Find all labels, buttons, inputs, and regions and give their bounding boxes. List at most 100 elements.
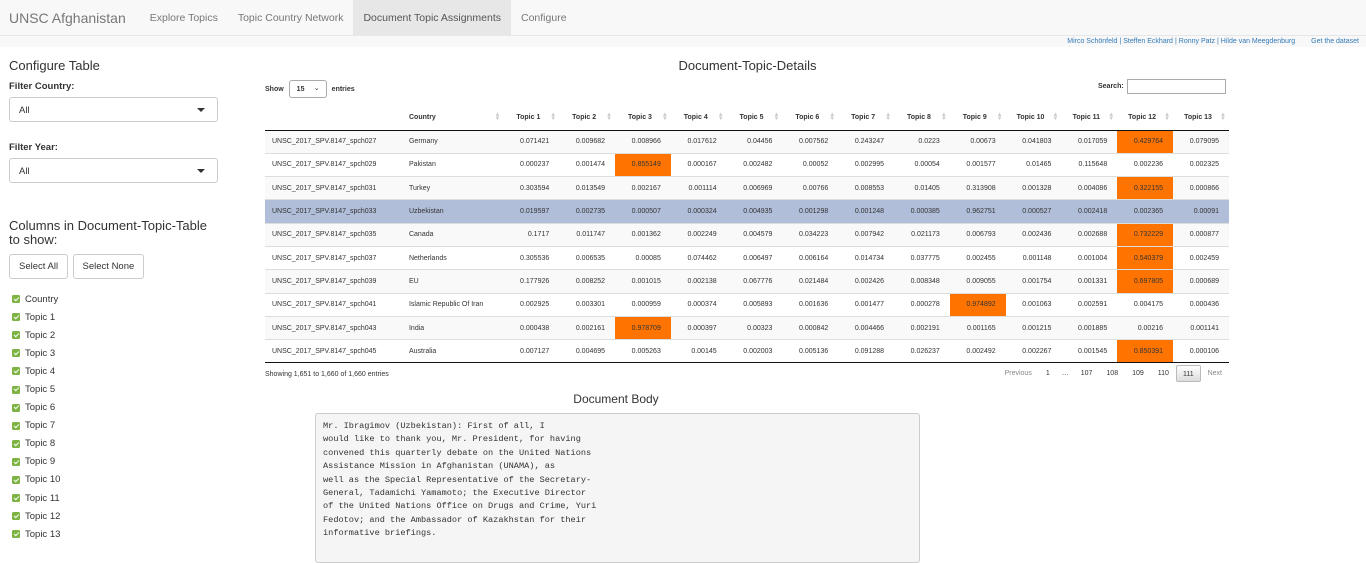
cell-topic-9[interactable]: 0.974892 [949, 293, 1006, 317]
author-link[interactable]: Steffen Eckhard [1123, 38, 1173, 45]
cell-topic-6[interactable]: 0.006164 [782, 246, 839, 271]
filter-country-select[interactable]: All [9, 97, 218, 122]
cell-topic-11[interactable]: 0.002688 [1061, 223, 1118, 247]
cell-topic-5[interactable]: 0.04456 [726, 130, 783, 154]
cell-topic-8[interactable]: 0.00054 [894, 153, 950, 178]
cell-topic-8[interactable]: 0.0223 [894, 130, 950, 154]
cell-topic-12[interactable]: 0.429764 [1117, 130, 1174, 154]
cell-topic-11[interactable]: 0.002591 [1061, 293, 1118, 317]
cell-topic-7[interactable]: 0.002426 [838, 269, 895, 294]
cell-topic-1[interactable]: 0.305536 [503, 246, 560, 271]
cell-topic-7[interactable]: 0.014734 [838, 246, 895, 271]
cell-topic-4[interactable]: 0.017612 [670, 130, 727, 154]
page-button-110[interactable]: 110 [1151, 365, 1176, 382]
cell-topic-12[interactable]: 0.732229 [1117, 223, 1174, 247]
sort-icon[interactable]: ▲ ▼ [773, 112, 779, 122]
cell-topic-1[interactable]: 0.000237 [503, 153, 560, 178]
cell-topic-10[interactable]: 0.041803 [1005, 130, 1062, 154]
cell-document-id[interactable]: UNSC_2017_SPV.8147_spch031 [265, 176, 402, 201]
table-row[interactable]: UNSC_2017_SPV.8147_spch043 India 0.000438 0… [265, 316, 1229, 341]
cell-topic-9[interactable]: 0.006793 [949, 223, 1006, 247]
cell-topic-6[interactable]: 0.007562 [782, 130, 839, 154]
cell-topic-13[interactable]: 0.000436 [1173, 293, 1229, 317]
cell-country[interactable]: Canada [401, 223, 504, 247]
cell-topic-12[interactable]: 0.322155 [1117, 176, 1174, 201]
cell-topic-3[interactable]: 0.855149 [615, 153, 671, 178]
cell-country[interactable]: Australia [401, 339, 504, 364]
sort-icon[interactable]: ▲ ▼ [662, 112, 668, 122]
table-row[interactable]: UNSC_2017_SPV.8147_spch039 EU 0.177926 0.00… [265, 269, 1229, 294]
cell-topic-5[interactable]: 0.00323 [726, 316, 783, 341]
cell-topic-3[interactable]: 0.978709 [615, 316, 671, 341]
cell-country[interactable]: EU [401, 269, 504, 294]
cell-topic-7[interactable]: 0.001248 [838, 199, 895, 224]
column-header-topic-9[interactable]: Topic 9 ▲ ▼ [949, 106, 1006, 131]
cell-topic-2[interactable]: 0.013549 [559, 176, 616, 201]
cell-topic-1[interactable]: 0.177926 [503, 269, 560, 294]
cell-topic-12[interactable]: 0.002236 [1117, 153, 1174, 178]
cell-country[interactable]: Germany [401, 130, 504, 154]
cell-topic-12[interactable]: 0.00216 [1117, 316, 1174, 341]
cell-topic-5[interactable]: 0.004935 [726, 199, 783, 224]
cell-topic-8[interactable]: 0.000278 [894, 293, 950, 317]
column-header-topic-8[interactable]: Topic 8 ▲ ▼ [894, 106, 950, 131]
cell-topic-2[interactable]: 0.003301 [559, 293, 616, 317]
page-button-111[interactable]: 111 [1175, 365, 1201, 382]
cell-country[interactable]: Islamic Republic Of Iran [401, 293, 504, 317]
cell-topic-11[interactable]: 0.115648 [1061, 153, 1118, 178]
cell-topic-13[interactable]: 0.002325 [1173, 153, 1229, 178]
column-header-topic-1[interactable]: Topic 1 ▲ ▼ [503, 106, 560, 131]
column-header-id[interactable] [265, 106, 402, 131]
cell-topic-2[interactable]: 0.002161 [559, 316, 616, 341]
cell-document-id[interactable]: UNSC_2017_SPV.8147_spch037 [265, 246, 402, 271]
cell-topic-3[interactable]: 0.005263 [615, 339, 671, 364]
cell-topic-12[interactable]: 0.002365 [1117, 199, 1174, 224]
cell-topic-2[interactable]: 0.006535 [559, 246, 616, 271]
previous-page-button[interactable]: Previous [998, 365, 1039, 382]
cell-topic-6[interactable]: 0.001298 [782, 199, 839, 224]
cell-country[interactable]: Pakistan [401, 153, 504, 178]
cell-topic-13[interactable]: 0.079095 [1173, 130, 1229, 154]
cell-topic-12[interactable]: 0.004175 [1117, 293, 1174, 317]
cell-topic-4[interactable]: 0.002249 [670, 223, 727, 247]
sort-icon[interactable]: ▲ ▼ [941, 112, 947, 122]
cell-topic-4[interactable]: 0.000324 [670, 199, 727, 224]
cell-topic-7[interactable]: 0.002995 [838, 153, 895, 178]
cell-topic-1[interactable]: 0.002925 [503, 293, 560, 317]
cell-document-id[interactable]: UNSC_2017_SPV.8147_spch029 [265, 153, 402, 178]
cell-topic-8[interactable]: 0.008348 [894, 269, 950, 294]
cell-country[interactable]: Netherlands [401, 246, 504, 271]
cell-document-id[interactable]: UNSC_2017_SPV.8147_spch039 [265, 269, 402, 294]
cell-topic-4[interactable]: 0.074462 [670, 246, 727, 271]
cell-topic-6[interactable]: 0.034223 [782, 223, 839, 247]
cell-topic-11[interactable]: 0.001885 [1061, 316, 1118, 341]
column-header-topic-11[interactable]: Topic 11 ▲ ▼ [1061, 106, 1118, 131]
column-checkbox-topic-2[interactable]: Topic 2 [12, 326, 249, 344]
cell-topic-7[interactable]: 0.091288 [838, 339, 895, 364]
cell-topic-10[interactable]: 0.001328 [1005, 176, 1062, 201]
sort-icon[interactable]: ▲ ▼ [1108, 112, 1114, 122]
cell-document-id[interactable]: UNSC_2017_SPV.8147_spch043 [265, 316, 402, 341]
cell-topic-1[interactable]: 0.000438 [503, 316, 560, 341]
select-all-button[interactable]: Select All [9, 254, 69, 279]
column-header-topic-3[interactable]: Topic 3 ▲ ▼ [615, 106, 671, 131]
page-button-1[interactable]: 1 [1039, 365, 1057, 382]
cell-topic-11[interactable]: 0.001004 [1061, 246, 1118, 271]
cell-topic-11[interactable]: 0.001331 [1061, 269, 1118, 294]
checkbox-checked-icon[interactable] [12, 457, 20, 466]
cell-topic-6[interactable]: 0.001636 [782, 293, 839, 317]
sort-icon[interactable]: ▲ ▼ [1220, 112, 1226, 122]
cell-topic-9[interactable]: 0.962751 [949, 199, 1006, 224]
cell-topic-5[interactable]: 0.067776 [726, 269, 783, 294]
column-header-topic-13[interactable]: Topic 13 ▲ ▼ [1173, 106, 1229, 131]
cell-topic-10[interactable]: 0.001148 [1005, 246, 1062, 271]
cell-topic-10[interactable]: 0.000527 [1005, 199, 1062, 224]
cell-topic-8[interactable]: 0.021173 [894, 223, 950, 247]
cell-topic-7[interactable]: 0.001477 [838, 293, 895, 317]
cell-topic-13[interactable]: 0.000106 [1173, 339, 1229, 364]
cell-topic-5[interactable]: 0.002482 [726, 153, 783, 178]
sort-icon[interactable]: ▲ ▼ [606, 112, 612, 122]
checkbox-checked-icon[interactable] [12, 403, 20, 412]
cell-country[interactable]: India [401, 316, 504, 341]
cell-topic-7[interactable]: 0.007942 [838, 223, 895, 247]
